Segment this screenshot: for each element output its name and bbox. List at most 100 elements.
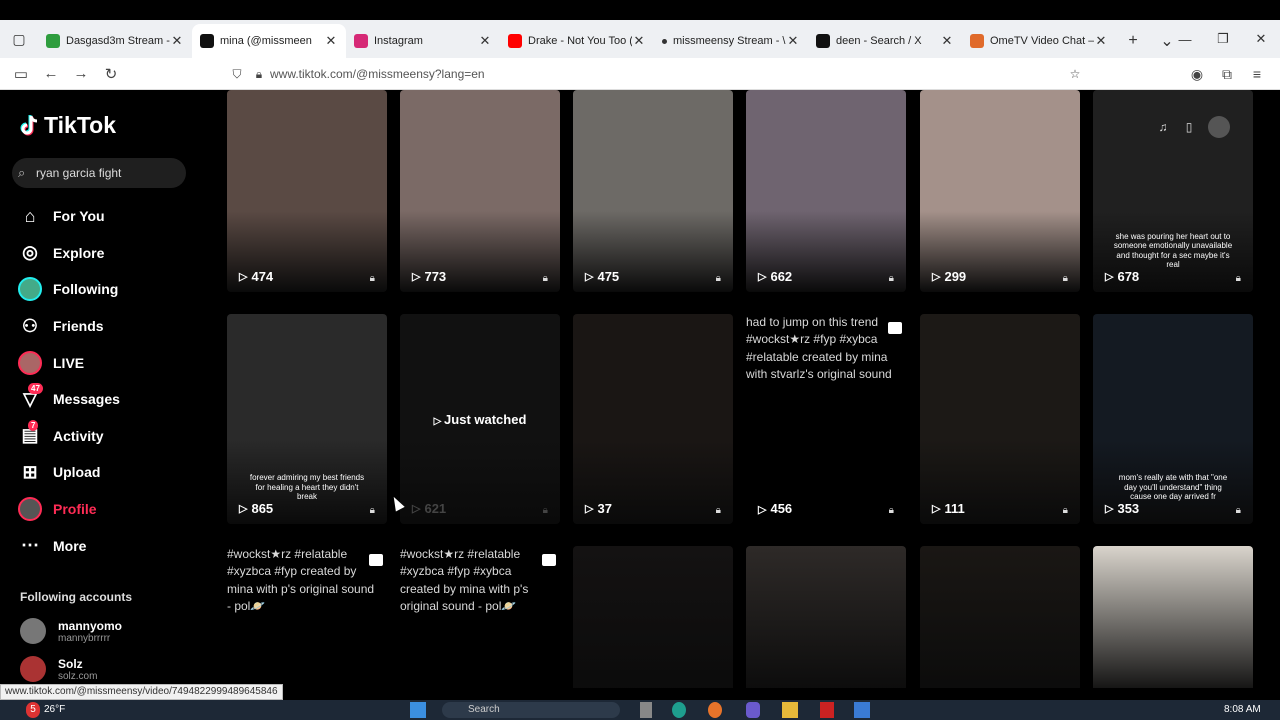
user-avatar-icon[interactable] <box>1208 116 1230 138</box>
tab-actions-icon[interactable]: ▢ <box>0 20 38 58</box>
search-input[interactable]: ⌕ ryan garcia fight <box>12 158 186 188</box>
upload-icon: ⊞ <box>22 461 38 482</box>
tab-close-icon[interactable]: ✕ <box>170 33 184 49</box>
browser-tab[interactable]: Instagram ✕ <box>346 24 500 58</box>
extensions-icon[interactable]: ⧉ <box>1212 66 1242 83</box>
restore-icon[interactable]: ❐ <box>1204 20 1242 58</box>
view-count: ▷ 678 <box>1105 269 1139 284</box>
browser-tab[interactable]: missmeensy Stream - \ ✕ <box>654 24 808 58</box>
tab-close-icon[interactable]: ✕ <box>478 33 492 49</box>
nav-item-more[interactable]: ⋯ More <box>18 527 208 564</box>
new-tab-button[interactable]: + <box>1116 24 1150 58</box>
taskbar-search[interactable]: Search <box>442 702 620 718</box>
tiktok-app: TikTok ⌕ ryan garcia fight ⌂ For You ◎ Expl… <box>0 90 1280 688</box>
just-watched-text: Just watched <box>444 412 527 427</box>
nav-item-profile[interactable]: Profile <box>18 491 208 528</box>
lock-icon: 🔒︎ <box>255 66 263 81</box>
lock-icon: 🔒︎ <box>542 273 548 284</box>
close-window-icon[interactable]: ✕ <box>1242 20 1280 58</box>
weather-text[interactable]: 26°F <box>44 702 65 718</box>
tab-close-icon[interactable]: ✕ <box>632 33 646 49</box>
nav-item-activity[interactable]: ▤ 7 Activity <box>18 418 208 455</box>
forward-icon[interactable]: → <box>66 59 96 89</box>
video-card[interactable]: #wockst★rz #relatable #xyzbca #fyp #xybc… <box>400 546 560 646</box>
view-count: ▷ 456 <box>758 501 792 516</box>
video-card[interactable]: ▷ 37 🔒︎ <box>573 314 733 524</box>
bookmark-star-icon[interactable]: ☆ <box>1064 67 1086 81</box>
search-icon: ⌕ <box>18 165 26 180</box>
nav-badge: 7 <box>28 419 39 431</box>
video-card[interactable] <box>573 546 733 688</box>
url-field[interactable]: ⛉ 🔒︎ www.tiktok.com/@missmeensy?lang=en … <box>226 61 1092 87</box>
phone-icon[interactable]: ▯ <box>1176 120 1202 134</box>
browser-tab[interactable]: deen - Search / X ✕ <box>808 24 962 58</box>
view-count-value: 773 <box>424 269 447 284</box>
back-icon[interactable]: ← <box>36 59 66 89</box>
nav-item-for-you[interactable]: ⌂ For You <box>18 198 208 235</box>
following-accounts-header: Following accounts <box>20 590 133 604</box>
play-icon: ▷ <box>239 271 248 283</box>
tiktok-logo[interactable]: TikTok <box>20 112 116 139</box>
lock-icon: 🔒︎ <box>715 505 721 516</box>
video-card[interactable]: ▷ 773 🔒︎ <box>400 90 560 292</box>
nav-label: Messages <box>53 391 120 408</box>
video-card[interactable] <box>1093 546 1253 688</box>
task-view-icon[interactable] <box>640 702 652 718</box>
video-card[interactable]: had to jump on this trend #wockst★rz #fy… <box>746 314 906 524</box>
nav-item-explore[interactable]: ◎ Explore <box>18 235 208 272</box>
nav-item-friends[interactable]: ⚇ Friends <box>18 308 208 345</box>
refresh-icon[interactable]: ↻ <box>96 59 126 89</box>
play-icon: ▷ <box>1105 503 1114 515</box>
menu-icon[interactable]: ≡ <box>1242 66 1272 82</box>
folder-icon[interactable] <box>782 702 798 718</box>
account-item[interactable]: Solz solz.com <box>20 656 97 682</box>
video-card[interactable]: #wockst★rz #relatable #xyzbca #fyp creat… <box>227 546 387 646</box>
lock-icon: 🔒︎ <box>888 505 894 516</box>
store-icon[interactable] <box>854 702 870 718</box>
nav-item-live[interactable]: LIVE <box>18 344 208 381</box>
music-icon[interactable]: ♫ <box>1150 120 1176 134</box>
browser-tab[interactable]: Drake - Not You Too (\ ✕ <box>500 24 654 58</box>
account-item[interactable]: mannyomo mannybrrrrr <box>20 618 122 644</box>
video-card[interactable]: ▷ 111 🔒︎ <box>920 314 1080 524</box>
browser-tab[interactable]: mina (@missmeen ✕ <box>192 24 346 58</box>
app-icon[interactable] <box>820 702 834 718</box>
video-card[interactable]: ▷ 474 🔒︎ <box>227 90 387 292</box>
video-card[interactable]: ▷ 299 🔒︎ <box>920 90 1080 292</box>
more-icon: ⋯ <box>21 535 39 556</box>
nav-item-upload[interactable]: ⊞ Upload <box>18 454 208 491</box>
view-count-value: 678 <box>1117 269 1140 284</box>
nav-item-following[interactable]: Following <box>18 271 208 308</box>
sidebar-toggle-icon[interactable]: ▭ <box>6 59 36 89</box>
photo-icon <box>888 322 902 334</box>
tab-close-icon[interactable]: ✕ <box>324 33 338 49</box>
video-card[interactable] <box>920 546 1080 688</box>
teams-icon[interactable] <box>746 702 760 718</box>
video-card[interactable]: ▷ 475 🔒︎ <box>573 90 733 292</box>
clock-time: 8:08 AM <box>1224 704 1261 715</box>
account-handle: solz.com <box>58 670 98 682</box>
lock-icon: 🔒︎ <box>542 505 548 516</box>
weather-badge: 5 <box>26 702 40 718</box>
browser-tab[interactable]: Dasgasd3m Stream - \ ✕ <box>38 24 192 58</box>
play-icon: ▷ <box>932 271 941 283</box>
tab-close-icon[interactable]: ✕ <box>786 33 800 49</box>
windows-start-icon[interactable] <box>410 702 426 718</box>
video-card[interactable] <box>746 546 906 688</box>
browser-tab[interactable]: OmeTV Video Chat — ✕ <box>962 24 1116 58</box>
play-icon: ▷ <box>758 504 767 516</box>
account-icon[interactable]: ◉ <box>1182 66 1212 83</box>
video-card[interactable]: mom's really ate with that "one day you'… <box>1093 314 1253 524</box>
video-card[interactable]: ▷ 662 🔒︎ <box>746 90 906 292</box>
video-card[interactable]: forever admiring my best friends for hea… <box>227 314 387 524</box>
edge-icon[interactable] <box>672 702 686 718</box>
firefox-icon[interactable] <box>708 702 722 718</box>
tab-close-icon[interactable]: ✕ <box>1094 33 1108 49</box>
video-card[interactable]: ▷ Just watched ▷ 621 🔒︎ <box>400 314 560 524</box>
tab-close-icon[interactable]: ✕ <box>940 33 954 49</box>
nav-item-messages[interactable]: ▽ 47 Messages <box>18 381 208 418</box>
lock-icon: 🔒︎ <box>888 273 894 284</box>
view-count: ▷ 353 <box>1105 501 1139 516</box>
view-count: ▷ 865 <box>239 501 273 516</box>
minimize-icon[interactable]: — <box>1166 20 1204 58</box>
